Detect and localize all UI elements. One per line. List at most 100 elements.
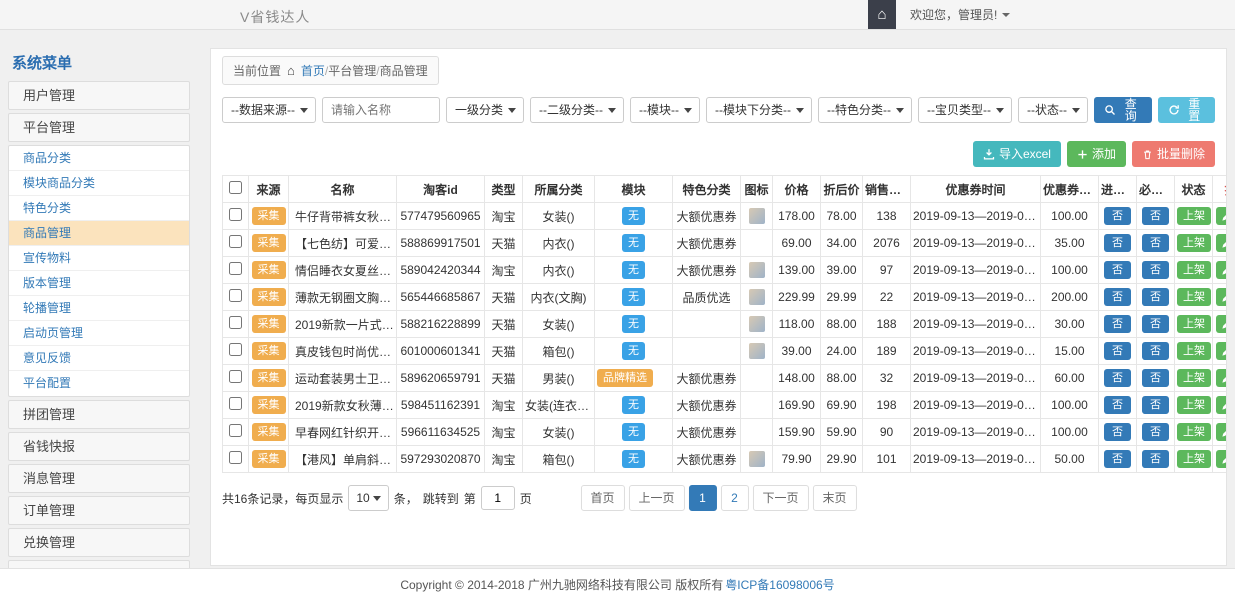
sidebar-item[interactable]: 用户管理	[8, 81, 190, 110]
filter-select[interactable]: --二级分类--	[530, 97, 624, 123]
select-all-checkbox[interactable]	[229, 181, 242, 194]
per-page-select[interactable]: 10	[348, 485, 388, 511]
edit-button[interactable]	[1216, 261, 1227, 279]
edit-button[interactable]	[1216, 342, 1227, 360]
sidebar-subitem[interactable]: 商品管理	[9, 221, 189, 246]
must-buy-badge[interactable]: 否	[1142, 288, 1169, 306]
filter-select-source[interactable]: --数据来源--	[222, 97, 316, 123]
must-buy-badge[interactable]: 否	[1142, 261, 1169, 279]
import-select-badge[interactable]: 否	[1104, 288, 1131, 306]
sidebar-item[interactable]: 兑换管理	[8, 528, 190, 557]
status-badge[interactable]: 上架	[1177, 342, 1211, 360]
sidebar-item[interactable]: 省钱快报	[8, 432, 190, 461]
must-buy-badge[interactable]: 否	[1142, 315, 1169, 333]
filter-select[interactable]: --模块--	[630, 97, 700, 123]
import-select-cell: 否	[1099, 365, 1137, 392]
batch-delete-button[interactable]: 批量删除	[1132, 141, 1215, 167]
must-buy-badge[interactable]: 否	[1142, 423, 1169, 441]
status-badge[interactable]: 上架	[1177, 261, 1211, 279]
breadcrumb-item[interactable]: 平台管理	[328, 64, 376, 78]
sidebar-subitem[interactable]: 版本管理	[9, 271, 189, 296]
edit-button[interactable]	[1216, 288, 1227, 306]
row-checkbox[interactable]	[229, 235, 242, 248]
page-number-button[interactable]: 1	[689, 485, 717, 511]
row-checkbox[interactable]	[229, 424, 242, 437]
sidebar-subitem[interactable]: 启动页管理	[9, 321, 189, 346]
reset-button[interactable]: 重置	[1158, 97, 1215, 123]
status-badge[interactable]: 上架	[1177, 234, 1211, 252]
row-checkbox[interactable]	[229, 262, 242, 275]
breadcrumb-home-link[interactable]: 首页	[301, 64, 325, 78]
import-select-badge[interactable]: 否	[1104, 450, 1131, 468]
icp-link[interactable]: 粤ICP备16098006号	[725, 576, 834, 593]
edit-button[interactable]	[1216, 234, 1227, 252]
edit-button[interactable]	[1216, 396, 1227, 414]
filter-select[interactable]: --状态--	[1018, 97, 1088, 123]
row-checkbox[interactable]	[229, 343, 242, 356]
status-badge[interactable]: 上架	[1177, 207, 1211, 225]
search-button[interactable]: 查询	[1094, 97, 1151, 123]
pager-nav-button[interactable]: 下一页	[753, 485, 809, 511]
status-badge[interactable]: 上架	[1177, 423, 1211, 441]
import-select-badge[interactable]: 否	[1104, 261, 1131, 279]
row-checkbox[interactable]	[229, 451, 242, 464]
category-cell: 内衣()	[523, 230, 595, 257]
import-select-badge[interactable]: 否	[1104, 342, 1131, 360]
row-checkbox[interactable]	[229, 397, 242, 410]
row-checkbox[interactable]	[229, 289, 242, 302]
name-filter-input[interactable]	[322, 97, 440, 123]
import-select-badge[interactable]: 否	[1104, 234, 1131, 252]
pager-nav-button[interactable]: 末页	[813, 485, 857, 511]
filter-select[interactable]: --模块下分类--	[706, 97, 812, 123]
sidebar-item[interactable]: 消息管理	[8, 464, 190, 493]
must-buy-badge[interactable]: 否	[1142, 234, 1169, 252]
import-select-badge[interactable]: 否	[1104, 315, 1131, 333]
page-number-button[interactable]: 2	[721, 485, 749, 511]
edit-button[interactable]	[1216, 450, 1227, 468]
sidebar-subitem[interactable]: 模块商品分类	[9, 171, 189, 196]
status-badge[interactable]: 上架	[1177, 369, 1211, 387]
edit-button[interactable]	[1216, 423, 1227, 441]
sidebar-subitem[interactable]: 平台配置	[9, 371, 189, 396]
add-button[interactable]: 添加	[1067, 141, 1126, 167]
jump-page-input[interactable]	[481, 486, 515, 510]
must-buy-badge[interactable]: 否	[1142, 450, 1169, 468]
status-badge[interactable]: 上架	[1177, 450, 1211, 468]
must-buy-badge[interactable]: 否	[1142, 207, 1169, 225]
status-badge[interactable]: 上架	[1177, 396, 1211, 414]
row-checkbox[interactable]	[229, 208, 242, 221]
sidebar-subitem[interactable]: 轮播管理	[9, 296, 189, 321]
edit-button[interactable]	[1216, 207, 1227, 225]
sidebar-subitem[interactable]: 意见反馈	[9, 346, 189, 371]
row-checkbox[interactable]	[229, 370, 242, 383]
sidebar-item[interactable]: 订单管理	[8, 496, 190, 525]
edit-button[interactable]	[1216, 315, 1227, 333]
pager-nav-button[interactable]: 首页	[580, 485, 624, 511]
filter-select[interactable]: --宝贝类型--	[918, 97, 1012, 123]
row-checkbox[interactable]	[229, 316, 242, 329]
import-excel-button[interactable]: 导入excel	[973, 141, 1061, 167]
pager-nav-button[interactable]: 上一页	[628, 485, 684, 511]
status-badge[interactable]: 上架	[1177, 315, 1211, 333]
edit-button[interactable]	[1216, 369, 1227, 387]
user-menu[interactable]: 欢迎您，管理员!	[896, 0, 1024, 29]
filter-select[interactable]: --特色分类--	[818, 97, 912, 123]
sidebar-subitem[interactable]: 宣传物料	[9, 246, 189, 271]
status-badge[interactable]: 上架	[1177, 288, 1211, 306]
icon-cell	[741, 311, 773, 338]
import-select-badge[interactable]: 否	[1104, 423, 1131, 441]
sidebar-subitem[interactable]: 商品分类	[9, 146, 189, 171]
sidebar-item[interactable]: 平台管理	[8, 113, 190, 142]
must-buy-badge[interactable]: 否	[1142, 396, 1169, 414]
must-buy-badge[interactable]: 否	[1142, 369, 1169, 387]
import-select-badge[interactable]: 否	[1104, 207, 1131, 225]
breadcrumb-item[interactable]: 商品管理	[380, 64, 428, 78]
sidebar-subitem[interactable]: 特色分类	[9, 196, 189, 221]
filter-select[interactable]: 一级分类	[446, 97, 524, 123]
sidebar-item[interactable]	[8, 560, 190, 568]
import-select-badge[interactable]: 否	[1104, 369, 1131, 387]
sidebar-item[interactable]: 拼团管理	[8, 400, 190, 429]
home-button[interactable]: ⌂	[868, 0, 896, 29]
must-buy-badge[interactable]: 否	[1142, 342, 1169, 360]
import-select-badge[interactable]: 否	[1104, 396, 1131, 414]
